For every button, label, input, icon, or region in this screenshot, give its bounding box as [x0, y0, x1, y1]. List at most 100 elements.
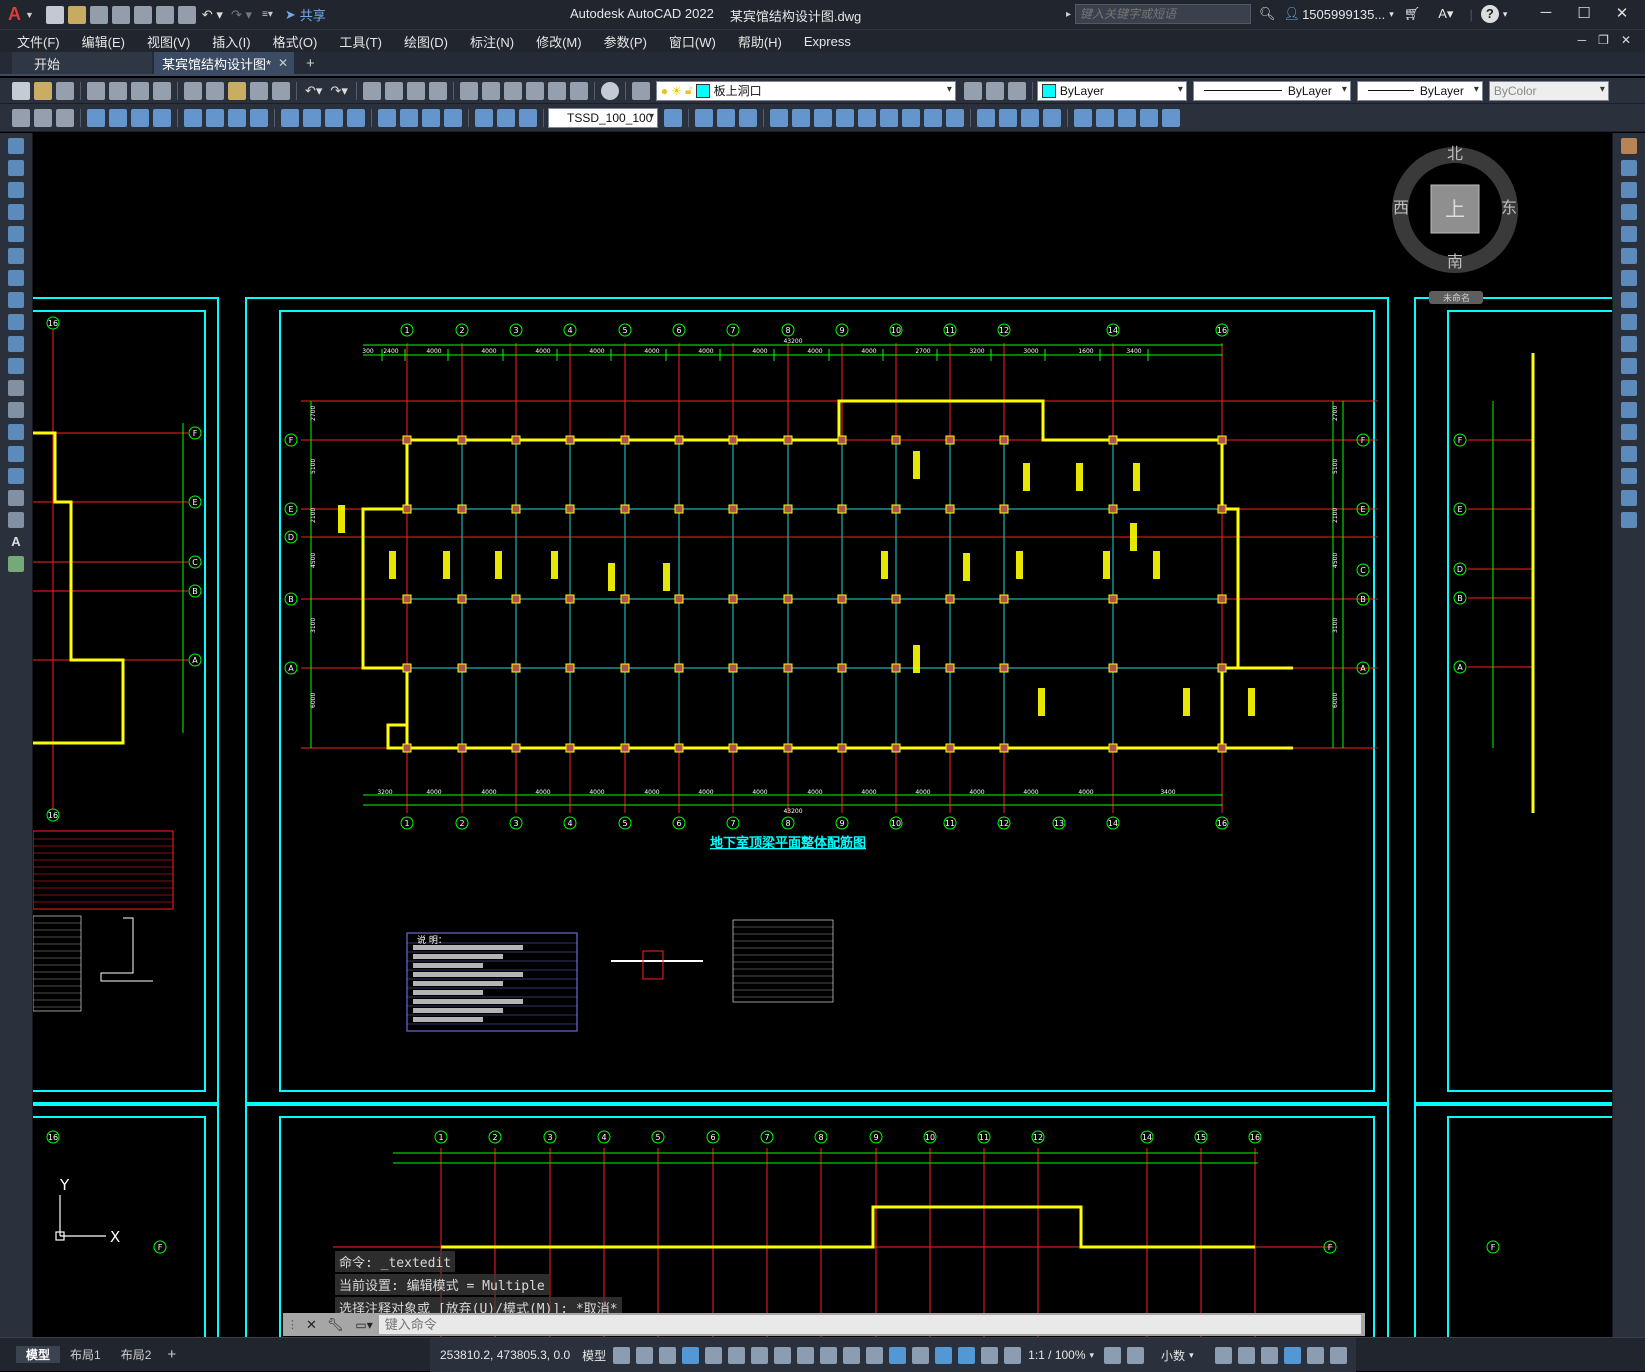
modify-6-icon[interactable] — [814, 108, 832, 127]
blend-curves-icon[interactable] — [1621, 490, 1637, 506]
zoom-window-icon[interactable] — [406, 81, 425, 100]
annotation-scale-icon[interactable] — [1004, 1346, 1022, 1364]
make-block-icon[interactable] — [8, 402, 24, 418]
qnew-icon[interactable] — [12, 81, 30, 100]
tssd-tool-3-icon[interactable] — [56, 108, 74, 127]
user-dropdown-icon[interactable]: ▾ — [1389, 9, 1394, 20]
workspace-icon[interactable] — [1104, 1346, 1122, 1364]
app-menu-arrow-icon[interactable]: ▼ — [25, 10, 34, 20]
menu-item-3[interactable]: 插入(I) — [212, 32, 250, 51]
linear-dim-icon[interactable] — [87, 108, 105, 127]
chamfer-icon[interactable] — [1621, 446, 1637, 462]
ordinate-dim-icon[interactable] — [153, 108, 171, 127]
menu-item-7[interactable]: 标注(N) — [470, 32, 514, 51]
customization-icon[interactable] — [1329, 1346, 1347, 1364]
match-properties-icon[interactable] — [250, 81, 268, 100]
lineweight-dropdown[interactable]: ByLayer ▾ — [1356, 80, 1483, 101]
bulb-icon[interactable]: ● — [661, 84, 668, 98]
modify-2-icon[interactable] — [717, 108, 735, 127]
modify-5-icon[interactable] — [792, 108, 810, 127]
modify-9-icon[interactable] — [880, 108, 898, 127]
annotation-monitor-icon[interactable] — [1127, 1346, 1145, 1364]
menu-item-12[interactable]: Express — [804, 34, 851, 49]
tab-start[interactable]: 开始 — [12, 52, 152, 74]
command-close-icon[interactable]: ✕ — [306, 1317, 317, 1333]
polar-icon[interactable] — [705, 1346, 723, 1364]
undo-icon-2[interactable]: ↶▾ — [305, 83, 322, 99]
menu-item-5[interactable]: 工具(T) — [339, 32, 382, 51]
ellipse-icon[interactable] — [8, 336, 24, 352]
layer-manager-icon[interactable] — [631, 81, 650, 100]
tssd-tool-1-icon[interactable] — [12, 108, 30, 127]
grid-icon[interactable] — [613, 1346, 631, 1364]
hardware-acceleration-icon[interactable] — [1283, 1346, 1301, 1364]
fillet-icon[interactable] — [1621, 468, 1637, 484]
plotstyle-dropdown[interactable]: ByColor ▾ — [1488, 80, 1609, 101]
menu-item-11[interactable]: 帮助(H) — [738, 32, 782, 51]
infer-constraints-icon[interactable] — [659, 1346, 677, 1364]
command-recent-icon[interactable]: ▭▾ — [355, 1318, 372, 1332]
quick-dim-icon[interactable] — [281, 108, 299, 127]
gradient-icon[interactable] — [8, 468, 24, 484]
annotation-visibility-icon[interactable] — [958, 1346, 976, 1364]
modify-21-icon[interactable] — [1162, 108, 1180, 127]
user-icon[interactable]: 👤︎ — [1284, 6, 1301, 22]
inspection-icon[interactable] — [422, 108, 440, 127]
lineweight-icon[interactable] — [797, 1346, 815, 1364]
zoom-previous-icon[interactable] — [428, 81, 447, 100]
autodesk-a360-icon[interactable]: A▾ — [1438, 6, 1453, 22]
help-toolbar-icon[interactable] — [600, 81, 619, 100]
close-icon[interactable]: ✕ — [1603, 4, 1641, 22]
modify-12-icon[interactable] — [946, 108, 964, 127]
model-space-button[interactable]: 模型 — [582, 1347, 606, 1364]
new-tab-button[interactable]: + — [306, 55, 315, 72]
menu-item-1[interactable]: 编辑(E) — [82, 32, 125, 51]
cart-icon[interactable]: 🛒︎ — [1404, 6, 1421, 22]
angular-dim-icon[interactable] — [250, 108, 268, 127]
layer-dropdown[interactable]: ● ☀ 🔓︎ 板上洞口 ▾ — [655, 80, 956, 101]
menu-item-9[interactable]: 参数(P) — [604, 32, 647, 51]
share-icon[interactable]: ➤ — [285, 7, 296, 23]
menu-item-6[interactable]: 绘图(D) — [404, 32, 448, 51]
layout-tab-0[interactable]: 模型 — [16, 1346, 61, 1363]
layer-state-icon[interactable] — [1007, 81, 1026, 100]
quick-properties-icon[interactable] — [1214, 1346, 1232, 1364]
command-customize-icon[interactable]: 🔧︎ — [327, 1317, 344, 1333]
quick-calc-icon[interactable] — [569, 81, 588, 100]
dynamic-ucs-icon[interactable] — [889, 1346, 907, 1364]
save-web-icon[interactable] — [155, 5, 174, 24]
help-dropdown-icon[interactable]: ▾ — [1503, 9, 1508, 20]
jogged-dim-icon[interactable] — [206, 108, 224, 127]
new-file-icon[interactable] — [45, 5, 64, 24]
help-icon[interactable]: ? — [1480, 5, 1499, 23]
save-icon[interactable] — [56, 81, 74, 100]
selection-filter-icon[interactable] — [912, 1346, 930, 1364]
dim-update-icon[interactable] — [519, 108, 537, 127]
3d-osnap-icon[interactable] — [866, 1346, 884, 1364]
paste-icon[interactable] — [228, 81, 246, 100]
open-web-icon[interactable] — [133, 5, 152, 24]
modify-16-icon[interactable] — [1043, 108, 1061, 127]
menu-item-8[interactable]: 修改(M) — [536, 32, 582, 51]
spline-icon[interactable] — [8, 314, 24, 330]
doc-close-icon[interactable]: ✕ — [1621, 33, 1631, 47]
table-icon[interactable] — [8, 512, 24, 528]
add-layout-button[interactable]: + — [167, 1346, 176, 1363]
save-file-icon[interactable] — [89, 5, 108, 24]
add-selected-icon[interactable] — [8, 556, 24, 572]
modify-14-icon[interactable] — [999, 108, 1017, 127]
center-mark-icon[interactable] — [400, 108, 418, 127]
insert-block-icon[interactable] — [8, 380, 24, 396]
aligned-dim-icon[interactable] — [109, 108, 127, 127]
sheet-set-icon[interactable] — [525, 81, 544, 100]
menu-item-2[interactable]: 视图(V) — [147, 32, 190, 51]
redo-icon[interactable]: ↷ ▾ — [231, 7, 252, 23]
mtext-icon[interactable]: A — [8, 534, 24, 550]
search-icon[interactable]: 🔍︎ — [1259, 6, 1276, 22]
command-grip-icon[interactable]: ⋮ — [287, 1318, 298, 1331]
dim-space-icon[interactable] — [347, 108, 365, 127]
quick-access-dropdown-icon[interactable]: ≡▾ — [262, 9, 273, 20]
modify-4-icon[interactable] — [770, 108, 788, 127]
layout-tab-2[interactable]: 布局2 — [111, 1346, 162, 1363]
units[interactable]: 小数 — [1161, 1347, 1185, 1364]
